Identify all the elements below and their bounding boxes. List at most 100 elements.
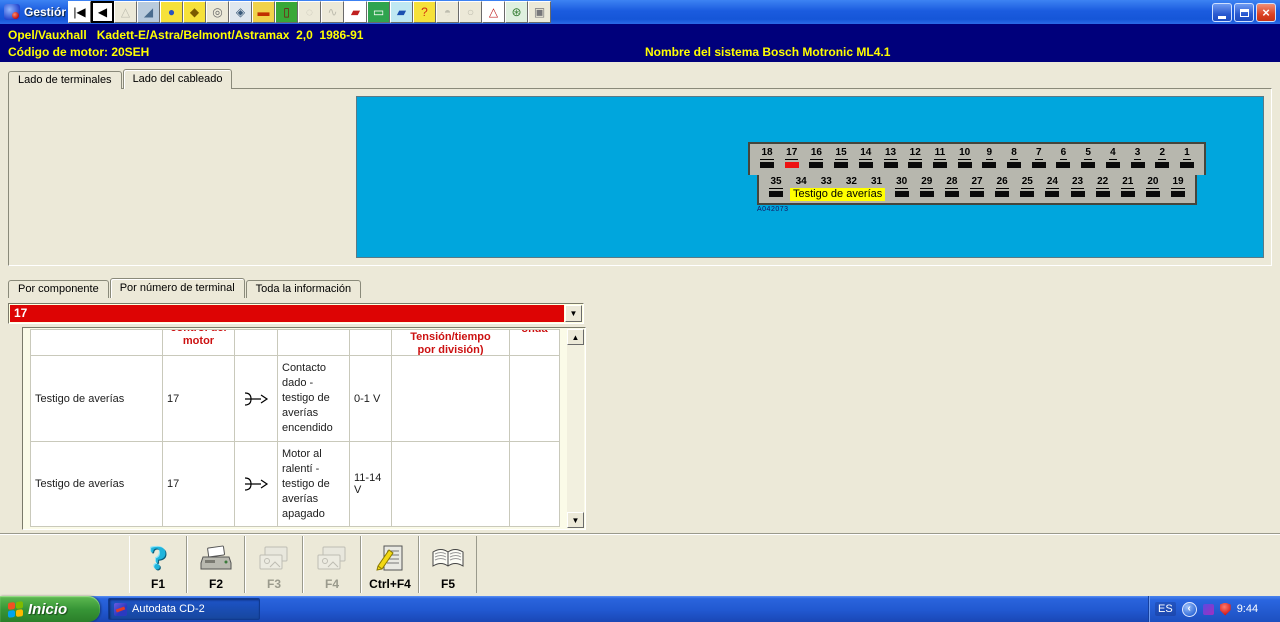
connector-pin-16[interactable]: 16 xyxy=(807,147,825,175)
connector-pin-6[interactable]: 6 xyxy=(1054,147,1072,175)
windows-logo-icon xyxy=(8,601,23,618)
table-header-value xyxy=(350,330,392,356)
f2-print-button[interactable]: F2 xyxy=(187,536,245,593)
pictures-icon xyxy=(315,540,349,578)
tab-lado-de-terminales[interactable]: Lado de terminales xyxy=(8,71,122,89)
system-name: Nombre del sistema Bosch Motronic ML4.1 xyxy=(645,45,890,59)
connector-pin-28[interactable]: 28 xyxy=(943,176,961,203)
connector-pin-18[interactable]: 18 xyxy=(758,147,776,175)
connector-pin-10[interactable]: 10 xyxy=(956,147,974,175)
terminal-select[interactable]: 17 ▼ xyxy=(8,303,584,324)
connector-pin-4[interactable]: 4 xyxy=(1104,147,1122,175)
tab-toda-la-informacion[interactable]: Toda la información xyxy=(246,280,361,298)
connector-pin-15[interactable]: 15 xyxy=(832,147,850,175)
technical-data-icon[interactable]: ◢ xyxy=(137,1,160,23)
table-header-waveform: onda xyxy=(510,330,560,356)
connector-pin-24[interactable]: 24 xyxy=(1043,176,1061,203)
service-schedule-icon[interactable]: ● xyxy=(160,1,183,23)
restore-button[interactable] xyxy=(1234,3,1254,22)
scroll-up-button[interactable]: ▲ xyxy=(567,329,584,345)
tab-por-numero-de-terminal[interactable]: Por número de terminal xyxy=(110,278,245,298)
terminal-select-value[interactable]: 17 xyxy=(10,305,564,322)
signal-output-icon xyxy=(235,356,278,442)
tab-lado-del-cableado[interactable]: Lado del cableado xyxy=(123,69,233,89)
taskbar-task-autodata[interactable]: Autodata CD-2 xyxy=(108,598,260,620)
connector-pin-7[interactable]: 7 xyxy=(1030,147,1048,175)
connector-pin-1[interactable]: 1 xyxy=(1178,147,1196,175)
system-tray: ES ‹ 9:44 xyxy=(1148,596,1280,622)
gears-icon[interactable]: ⊛ xyxy=(505,1,528,23)
connector-top-row: 181716151413121110987654321 xyxy=(748,142,1206,175)
tab-por-componente[interactable]: Por componente xyxy=(8,280,109,298)
engine-code: Código de motor: 20SEH xyxy=(8,45,149,59)
figure-code: A042073 xyxy=(757,206,789,213)
f4-pictures-button: Ctrl+F4 F4 xyxy=(303,536,361,593)
connector-pin-35[interactable]: 35 xyxy=(767,176,785,203)
help-question-icon: ? xyxy=(149,540,167,578)
window-title: Gestión xyxy=(24,5,66,19)
language-indicator[interactable]: ES xyxy=(1155,602,1176,616)
connector-pin-12[interactable]: 12 xyxy=(906,147,924,175)
table-row-0-condition: Contacto dado - testigo de averías encen… xyxy=(278,356,350,442)
table-row-1-waveform xyxy=(510,442,560,527)
door-panel-icon[interactable]: ▯ xyxy=(275,1,298,23)
table-scrollbar[interactable]: ▲ ▼ xyxy=(567,329,584,528)
table-row-0-component: Testigo de averías xyxy=(31,356,163,442)
terminal-table-panel: control del motor Tensión/tiempo por div… xyxy=(22,327,586,530)
abs-warning-icon[interactable]: △ xyxy=(482,1,505,23)
tray-app-icon[interactable] xyxy=(1203,604,1214,615)
scroll-down-button[interactable]: ▼ xyxy=(567,512,584,528)
f5-book-button[interactable]: F5 xyxy=(419,536,477,593)
nav-first-icon[interactable]: |◀ xyxy=(68,1,91,23)
connector-pin-22[interactable]: 22 xyxy=(1094,176,1112,203)
divider xyxy=(0,533,1280,535)
connector-pin-19[interactable]: 19 xyxy=(1169,176,1187,203)
help-truck-icon[interactable]: ? xyxy=(413,1,436,23)
truck-icon[interactable]: ▬ xyxy=(252,1,275,23)
minimize-button[interactable] xyxy=(1212,3,1232,22)
hide-icons-chevron[interactable]: ‹ xyxy=(1182,602,1197,617)
connector-pin-11[interactable]: 11 xyxy=(931,147,949,175)
connector-pin-20[interactable]: 20 xyxy=(1144,176,1162,203)
table-row-0-value: 0-1 V xyxy=(350,356,392,442)
function-bar: ? F1 F2 F3 xyxy=(129,536,477,593)
start-button[interactable]: Inicio xyxy=(0,596,100,622)
connector-pin-17[interactable]: 17 xyxy=(783,147,801,175)
connector-pin-5[interactable]: 5 xyxy=(1079,147,1097,175)
terminal-select-dropdown-button[interactable]: ▼ xyxy=(565,305,582,322)
ignition-system-icon[interactable]: ◆ xyxy=(183,1,206,23)
spark-plug-icon[interactable]: ◈ xyxy=(229,1,252,23)
connector-pin-26[interactable]: 26 xyxy=(993,176,1011,203)
f1-help-button[interactable]: ? F1 xyxy=(129,536,187,593)
car-key-icon[interactable]: ▰ xyxy=(390,1,413,23)
connector-pin-25[interactable]: 25 xyxy=(1018,176,1036,203)
connector-pin-21[interactable]: 21 xyxy=(1119,176,1137,203)
application-window: Gestión |◀◀△◢●◆◎◈▬▯◌∿▰▭▰?◓○△⊛▣ × Opel/Va… xyxy=(0,0,1280,622)
nav-back-icon[interactable]: ◀ xyxy=(91,1,114,23)
connector-pin-30[interactable]: 30 xyxy=(893,176,911,203)
connector-pin-14[interactable]: 14 xyxy=(857,147,875,175)
diagram-tabs: Lado de terminales Lado del cableado xyxy=(8,70,233,89)
connector-pin-23[interactable]: 23 xyxy=(1069,176,1087,203)
signal-output-icon xyxy=(235,442,278,527)
table-row-0-terminal: 17 xyxy=(163,356,235,442)
connector-pin-9[interactable]: 9 xyxy=(980,147,998,175)
open-book-icon xyxy=(430,540,466,578)
monitor-icon[interactable]: ▣ xyxy=(528,1,551,23)
wheel-icon[interactable]: ◎ xyxy=(206,1,229,23)
connector-pin-3[interactable]: 3 xyxy=(1129,147,1147,175)
warning-icon: △ xyxy=(114,1,137,23)
connector-pin-13[interactable]: 13 xyxy=(882,147,900,175)
table-row-0-signal xyxy=(392,356,510,442)
close-button[interactable]: × xyxy=(1256,3,1276,22)
connector-pin-29[interactable]: 29 xyxy=(918,176,936,203)
vehicle-header: Opel/Vauxhall Kadett-E/Astra/Belmont/Ast… xyxy=(0,24,1280,62)
connector-pin-8[interactable]: 8 xyxy=(1005,147,1023,175)
connector-pin-2[interactable]: 2 xyxy=(1153,147,1171,175)
security-shield-icon[interactable] xyxy=(1220,603,1231,616)
titlebar-toolbar: |◀◀△◢●◆◎◈▬▯◌∿▰▭▰?◓○△⊛▣ xyxy=(68,1,551,23)
ctrl-f4-edit-button[interactable]: Ctrl+F4 xyxy=(361,536,419,593)
car-lift-icon[interactable]: ▭ xyxy=(367,1,390,23)
connector-pin-27[interactable]: 27 xyxy=(968,176,986,203)
car-body-icon[interactable]: ▰ xyxy=(344,1,367,23)
